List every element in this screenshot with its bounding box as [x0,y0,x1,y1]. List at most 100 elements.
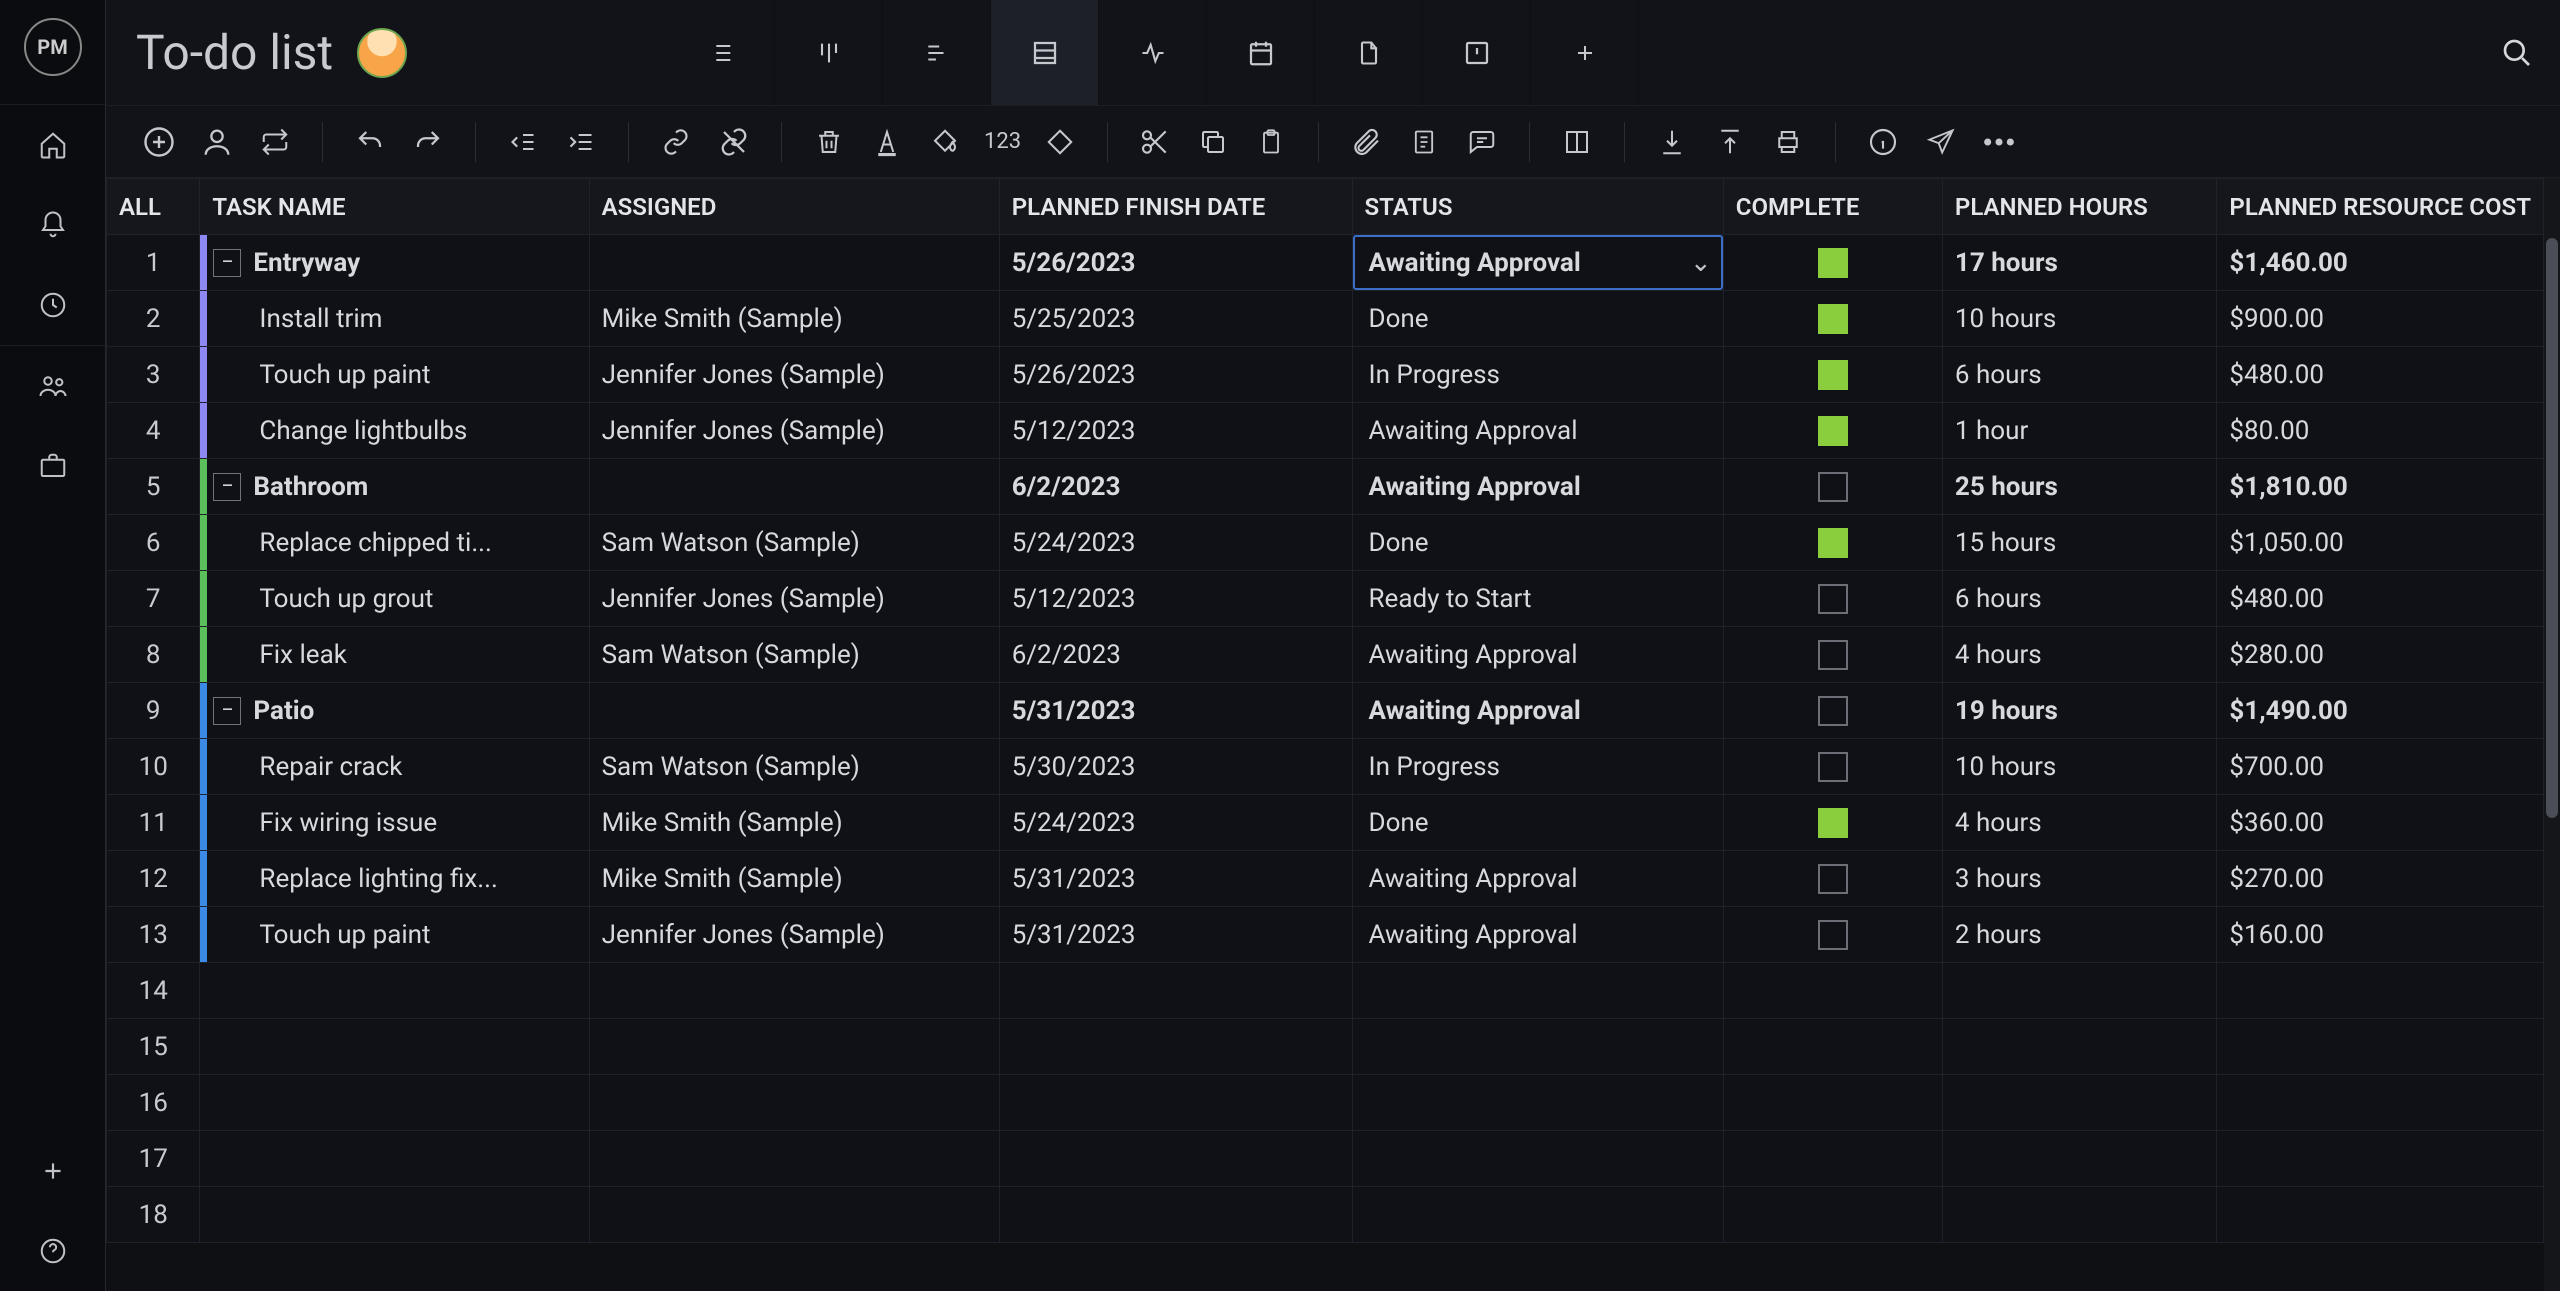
date-cell[interactable]: 5/24/2023 [999,515,1352,571]
view-risks[interactable] [1423,0,1531,105]
row-number[interactable]: 5 [107,459,200,515]
table-row[interactable]: 5−Bathroom6/2/2023Awaiting Approval25 ho… [107,459,2544,515]
cut-button[interactable] [1130,117,1180,167]
attach-button[interactable] [1341,117,1391,167]
date-cell[interactable]: 5/30/2023 [999,739,1352,795]
scrollbar-thumb[interactable] [2546,238,2558,818]
complete-checkbox[interactable] [1818,528,1848,558]
hours-cell[interactable]: 10 hours [1942,739,2217,795]
hours-cell[interactable]: 10 hours [1942,291,2217,347]
status-cell[interactable]: Awaiting Approval [1353,851,1723,906]
indent-button[interactable] [556,117,606,167]
assigned-cell[interactable]: Sam Watson (Sample) [589,739,999,795]
cost-cell[interactable]: $900.00 [2217,291,2544,347]
table-row[interactable]: 2Install trimMike Smith (Sample)5/25/202… [107,291,2544,347]
status-cell[interactable]: Done [1353,795,1723,850]
assigned-cell[interactable]: Mike Smith (Sample) [589,291,999,347]
table-row[interactable]: 9−Patio5/31/2023Awaiting Approval19 hour… [107,683,2544,739]
cost-cell[interactable]: $80.00 [2217,403,2544,459]
assigned-cell[interactable] [589,235,999,291]
status-cell[interactable]: Awaiting Approval [1353,459,1723,514]
task-grid[interactable]: ALL TASK NAME ASSIGNED PLANNED FINISH DA… [106,178,2544,1291]
task-name[interactable]: Replace lighting fix... [259,864,497,894]
col-header-assigned[interactable]: ASSIGNED [589,179,999,235]
row-number[interactable]: 12 [107,851,200,907]
view-board[interactable] [775,0,883,105]
table-row[interactable]: 14 [107,963,2544,1019]
sidebar-home[interactable] [0,105,105,185]
status-cell[interactable]: Ready to Start [1353,571,1723,626]
import-button[interactable] [1647,117,1697,167]
status-cell[interactable]: Awaiting Approval [1353,627,1723,682]
status-cell[interactable]: Done [1353,515,1723,570]
number-format-button[interactable]: 123 [978,129,1027,154]
task-name[interactable]: Fix wiring issue [259,808,437,838]
notes-button[interactable] [1399,117,1449,167]
copy-button[interactable] [1188,117,1238,167]
hours-cell[interactable]: 15 hours [1942,515,2217,571]
add-user-button[interactable] [192,117,242,167]
row-number[interactable]: 1 [107,235,200,291]
row-number[interactable]: 13 [107,907,200,963]
cost-cell[interactable]: $480.00 [2217,347,2544,403]
table-row[interactable]: 15 [107,1019,2544,1075]
complete-checkbox[interactable] [1818,696,1848,726]
table-row[interactable]: 3Touch up paintJennifer Jones (Sample)5/… [107,347,2544,403]
paste-button[interactable] [1246,117,1296,167]
assigned-cell[interactable] [589,459,999,515]
assigned-cell[interactable]: Sam Watson (Sample) [589,627,999,683]
hours-cell[interactable]: 17 hours [1942,235,2217,291]
table-row[interactable]: 13Touch up paintJennifer Jones (Sample)5… [107,907,2544,963]
complete-checkbox[interactable] [1818,416,1848,446]
table-row[interactable]: 11Fix wiring issueMike Smith (Sample)5/2… [107,795,2544,851]
row-number[interactable]: 10 [107,739,200,795]
view-gantt[interactable] [883,0,991,105]
columns-button[interactable] [1552,117,1602,167]
row-number[interactable]: 16 [107,1075,200,1131]
complete-checkbox[interactable] [1818,584,1848,614]
complete-checkbox[interactable] [1818,472,1848,502]
assigned-cell[interactable]: Jennifer Jones (Sample) [589,403,999,459]
send-button[interactable] [1916,117,1966,167]
more-button[interactable] [1974,117,2024,167]
text-color-button[interactable] [862,117,912,167]
col-header-status[interactable]: STATUS [1352,179,1723,235]
assigned-cell[interactable]: Jennifer Jones (Sample) [589,571,999,627]
status-cell[interactable]: Done [1353,291,1723,346]
chevron-down-icon[interactable]: ⌄ [1683,248,1719,278]
task-name[interactable]: Touch up paint [259,360,430,390]
table-row[interactable]: 8Fix leakSam Watson (Sample)6/2/2023Awai… [107,627,2544,683]
date-cell[interactable]: 5/25/2023 [999,291,1352,347]
status-cell[interactable]: Awaiting Approval [1353,403,1723,458]
project-avatar[interactable] [357,28,407,78]
sidebar-help[interactable] [38,1211,68,1291]
table-row[interactable]: 6Replace chipped ti...Sam Watson (Sample… [107,515,2544,571]
sidebar-notifications[interactable] [0,185,105,265]
date-cell[interactable]: 5/12/2023 [999,571,1352,627]
sidebar-recent[interactable] [0,265,105,345]
hours-cell[interactable]: 19 hours [1942,683,2217,739]
date-cell[interactable]: 5/26/2023 [999,235,1352,291]
row-number[interactable]: 4 [107,403,200,459]
status-cell[interactable]: Awaiting Approval⌄ [1353,235,1723,290]
view-add[interactable] [1531,0,1639,105]
task-name[interactable]: Install trim [259,304,382,334]
date-cell[interactable]: 6/2/2023 [999,459,1352,515]
cost-cell[interactable]: $700.00 [2217,739,2544,795]
hours-cell[interactable]: 3 hours [1942,851,2217,907]
info-button[interactable] [1858,117,1908,167]
status-cell[interactable]: In Progress [1353,739,1723,794]
sidebar-team[interactable] [0,346,105,426]
task-name[interactable]: Entryway [253,248,360,278]
redo-button[interactable] [403,117,453,167]
add-task-button[interactable] [134,117,184,167]
hours-cell[interactable]: 4 hours [1942,627,2217,683]
complete-checkbox[interactable] [1818,248,1848,278]
view-activity[interactable] [1099,0,1207,105]
print-button[interactable] [1763,117,1813,167]
assigned-cell[interactable]: Mike Smith (Sample) [589,851,999,907]
col-header-date[interactable]: PLANNED FINISH DATE [999,179,1352,235]
row-number[interactable]: 14 [107,963,200,1019]
status-cell[interactable]: Awaiting Approval [1353,907,1723,962]
outdent-button[interactable] [498,117,548,167]
